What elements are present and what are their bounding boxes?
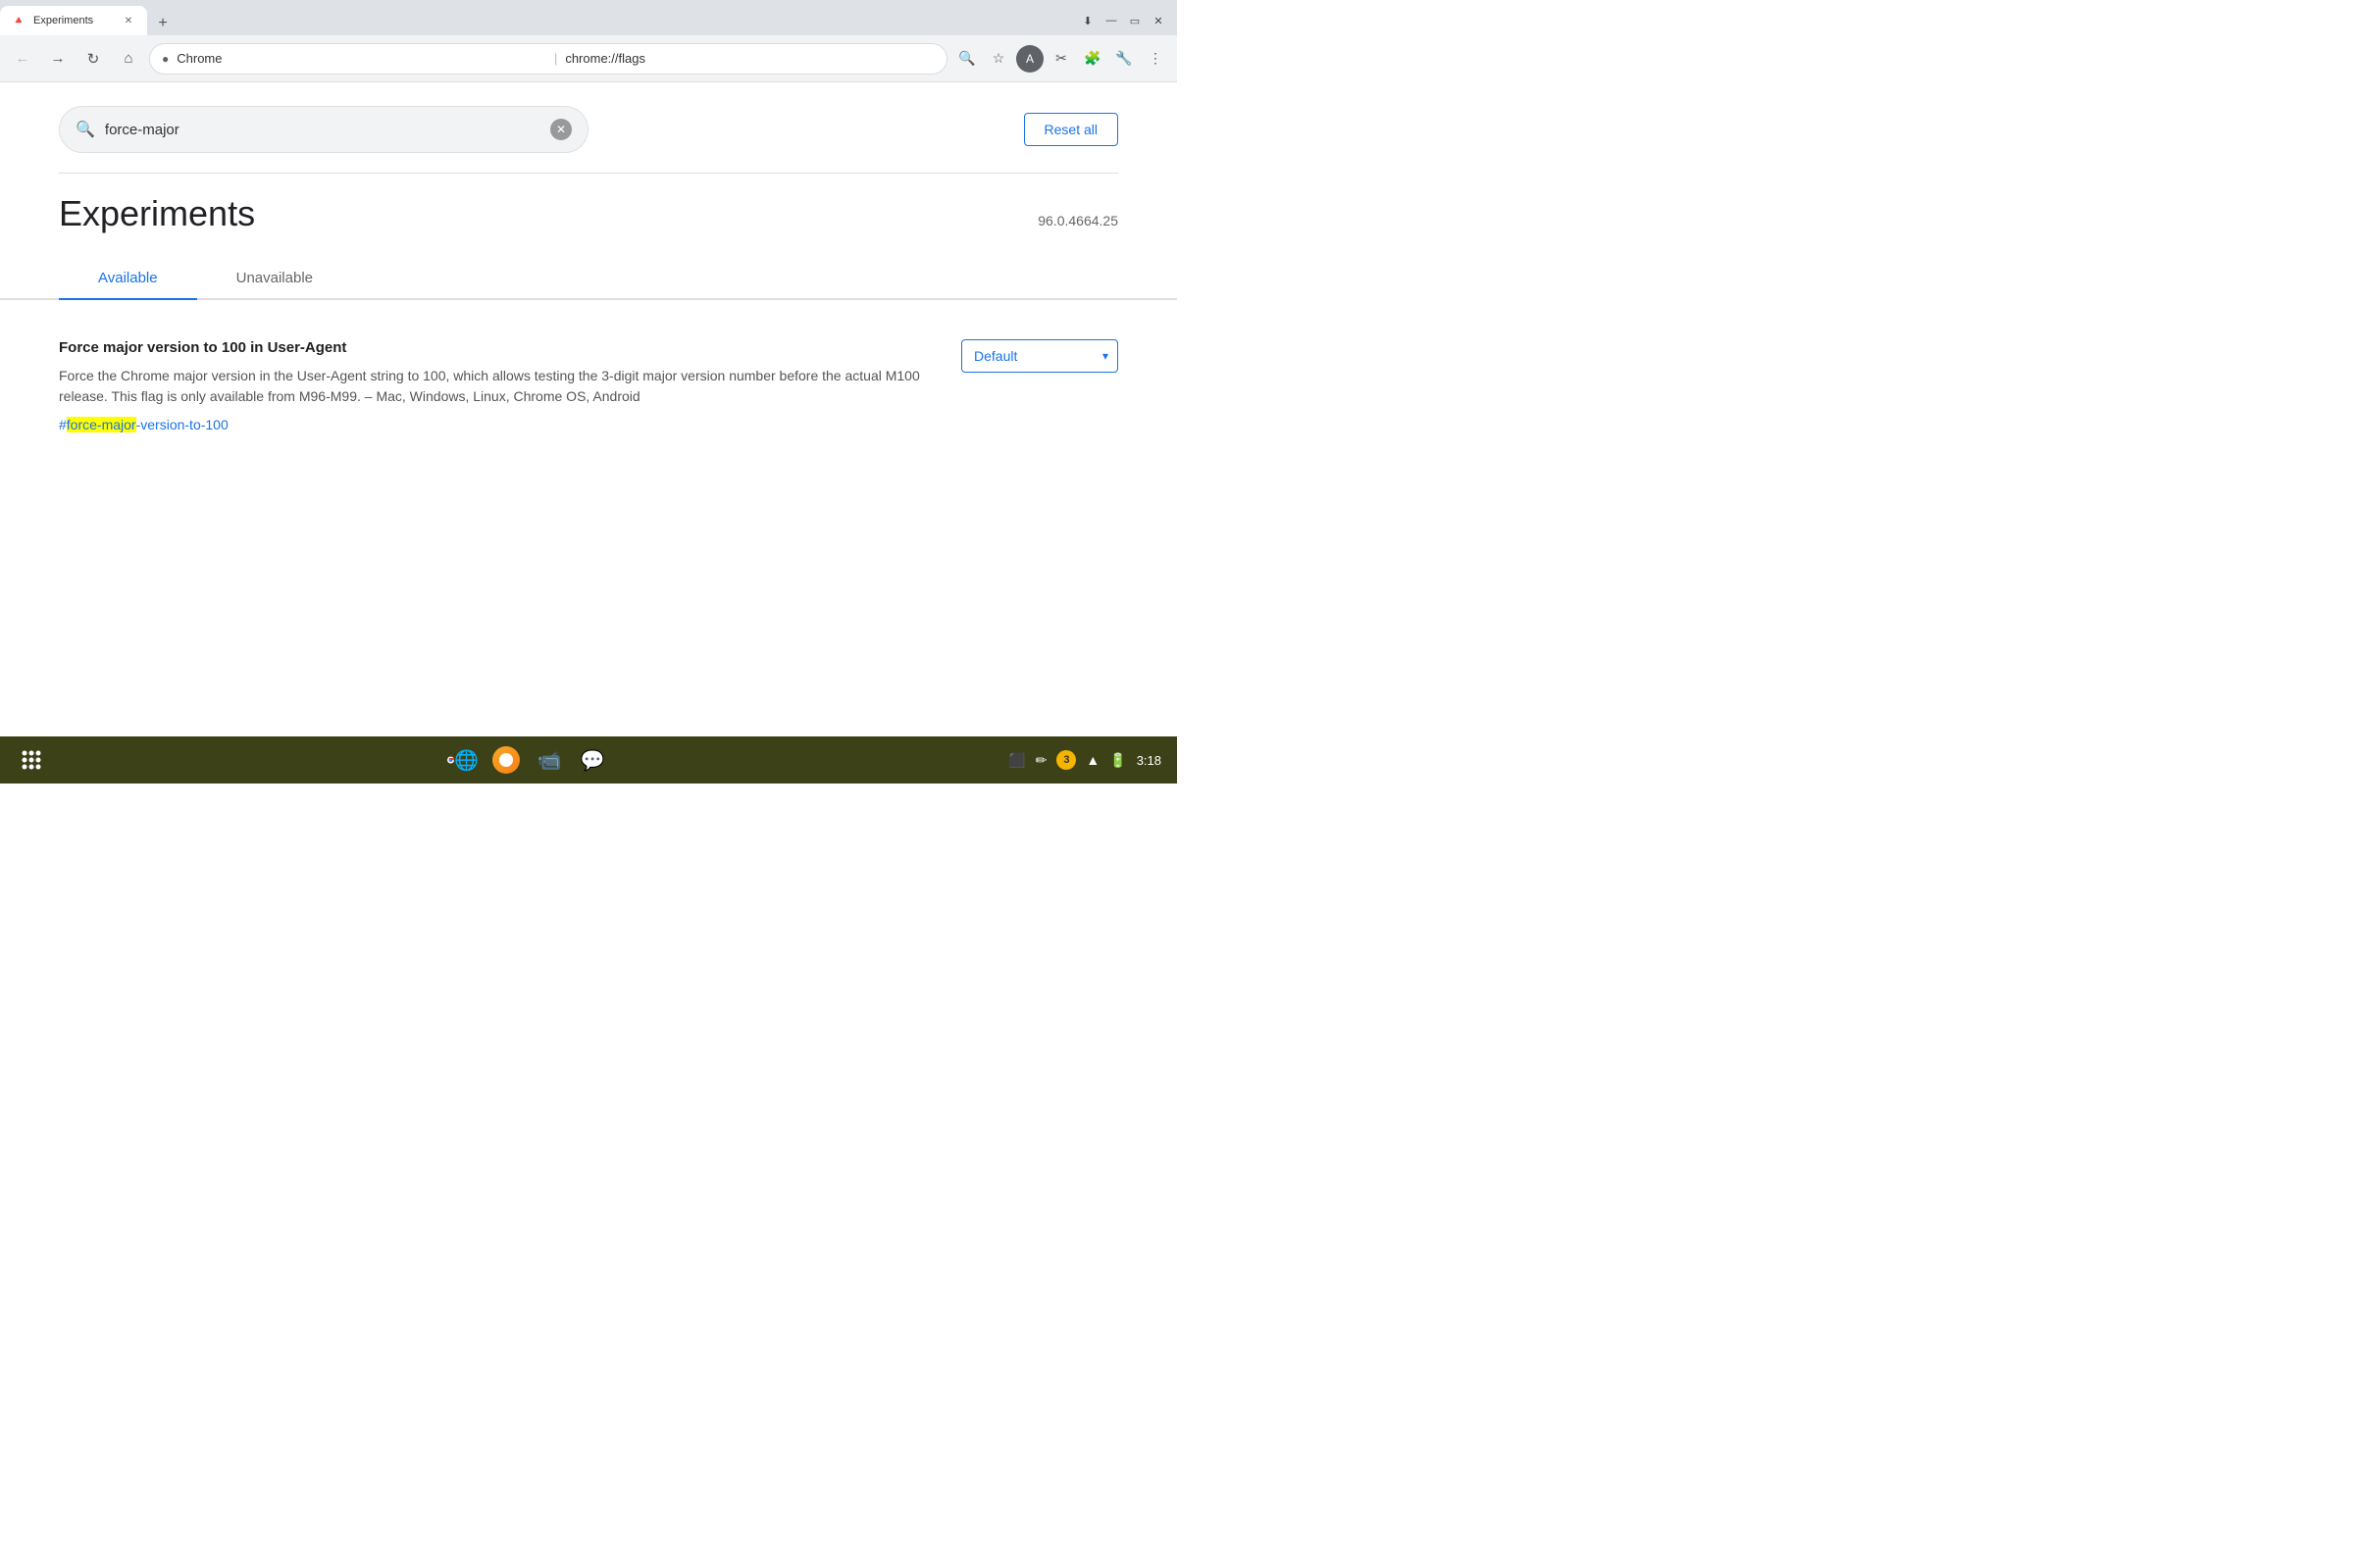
flag-anchor-link[interactable]: #force-major-version-to-100	[59, 417, 229, 432]
flag-title: Force major version to 100 in User-Agent	[59, 339, 922, 356]
taskbar-battery-icon[interactable]: 🔋	[1109, 752, 1126, 769]
taskbar-pen-icon[interactable]: ✏	[1036, 752, 1048, 769]
tab-title: Experiments	[33, 15, 114, 26]
extension2-icon[interactable]: 🔧	[1110, 45, 1138, 73]
reset-all-button[interactable]: Reset all	[1024, 113, 1118, 146]
flag-link-suffix: -version-to-100	[136, 417, 229, 432]
address-separator: |	[554, 51, 557, 66]
search-magnifier-icon: 🔍	[76, 120, 95, 139]
home-button[interactable]: ⌂	[114, 44, 143, 74]
taskbar-meet-icon[interactable]: 📹	[534, 744, 565, 776]
taskbar-screen-icon[interactable]: ⬛	[1008, 752, 1025, 769]
tab-unavailable[interactable]: Unavailable	[197, 258, 352, 298]
taskbar-app-2[interactable]	[490, 744, 522, 776]
taskbar-notification-icon[interactable]: 3	[1056, 750, 1076, 770]
address-bar[interactable]: ● Chrome | chrome://flags	[149, 43, 947, 75]
flag-link-highlight: force-major	[67, 417, 136, 432]
active-tab[interactable]: 🔺 Experiments ✕	[0, 6, 147, 35]
scissors-icon[interactable]: ✂	[1048, 45, 1075, 73]
download-button[interactable]: ⬇	[1077, 10, 1099, 31]
flag-dropdown-container: Default Enabled Disabled ▾	[961, 339, 1118, 373]
forward-button[interactable]: →	[43, 44, 73, 74]
taskbar-chrome-icon[interactable]: 🌐	[447, 744, 479, 776]
address-protocol: Chrome	[177, 51, 546, 66]
tab-close-button[interactable]: ✕	[122, 14, 135, 27]
search-box: 🔍 ✕	[59, 106, 588, 153]
flag-item: Force major version to 100 in User-Agent…	[59, 324, 1118, 450]
window-controls: ⬇ — ▭ ✕	[1077, 10, 1177, 35]
main-heading: Experiments 96.0.4664.25	[0, 174, 1177, 234]
flag-dropdown[interactable]: Default Enabled Disabled	[961, 339, 1118, 373]
toolbar: ← → ↻ ⌂ ● Chrome | chrome://flags 🔍 ☆ A …	[0, 35, 1177, 82]
taskbar-left	[16, 744, 47, 776]
taskbar-wifi-icon[interactable]: ▲	[1086, 752, 1100, 768]
taskbar-center: 🌐 📹 💬	[47, 744, 1008, 776]
tab-favicon: 🔺	[12, 14, 26, 27]
browser-frame: 🔺 Experiments ✕ + ⬇ — ▭ ✕ ← → ↻ ⌂ ● Chro…	[0, 0, 1177, 784]
search-clear-button[interactable]: ✕	[550, 119, 572, 140]
minimize-button[interactable]: —	[1100, 10, 1122, 31]
extensions-icon[interactable]: 🧩	[1079, 45, 1106, 73]
search-area: 🔍 ✕ Reset all	[0, 82, 1177, 153]
tab-available[interactable]: Available	[59, 258, 197, 298]
taskbar-right: ⬛ ✏ 3 ▲ 🔋 3:18	[1008, 750, 1161, 770]
flag-dropdown-wrapper: Default Enabled Disabled ▾	[961, 339, 1118, 373]
taskbar-launcher[interactable]	[16, 744, 47, 776]
taskbar-time: 3:18	[1137, 753, 1161, 768]
search-icon-button[interactable]: 🔍	[953, 45, 981, 73]
page-title: Experiments	[59, 193, 255, 234]
search-input[interactable]	[105, 122, 540, 138]
tabs-bar: Available Unavailable	[0, 258, 1177, 300]
address-url: chrome://flags	[565, 51, 935, 66]
tab-bar: 🔺 Experiments ✕ + ⬇ — ▭ ✕	[0, 0, 1177, 35]
launcher-icon	[20, 748, 43, 772]
bookmark-button[interactable]: ☆	[985, 45, 1012, 73]
account-button[interactable]: A	[1016, 45, 1044, 73]
flag-description: Force the Chrome major version in the Us…	[59, 366, 922, 407]
back-button[interactable]: ←	[8, 44, 37, 74]
chrome-icon-svg	[447, 746, 454, 774]
reload-button[interactable]: ↻	[78, 44, 108, 74]
taskbar-chat-icon[interactable]: 💬	[577, 744, 608, 776]
flag-link-prefix: #	[59, 417, 67, 432]
maximize-button[interactable]: ▭	[1124, 10, 1146, 31]
secure-icon: ●	[162, 52, 169, 66]
close-button[interactable]: ✕	[1148, 10, 1169, 31]
page-content: 🔍 ✕ Reset all Experiments 96.0.4664.25 A…	[0, 82, 1177, 736]
new-tab-button[interactable]: +	[151, 12, 175, 35]
toolbar-icons: 🔍 ☆ A ✂ 🧩 🔧 ⋮	[953, 45, 1169, 73]
flag-info: Force major version to 100 in User-Agent…	[59, 339, 922, 434]
version-text: 96.0.4664.25	[1038, 213, 1118, 228]
menu-button[interactable]: ⋮	[1142, 45, 1169, 73]
taskbar: 🌐 📹 💬 ⬛ ✏ 3 ▲ 🔋 3:18	[0, 736, 1177, 784]
flags-list: Force major version to 100 in User-Agent…	[0, 300, 1177, 474]
